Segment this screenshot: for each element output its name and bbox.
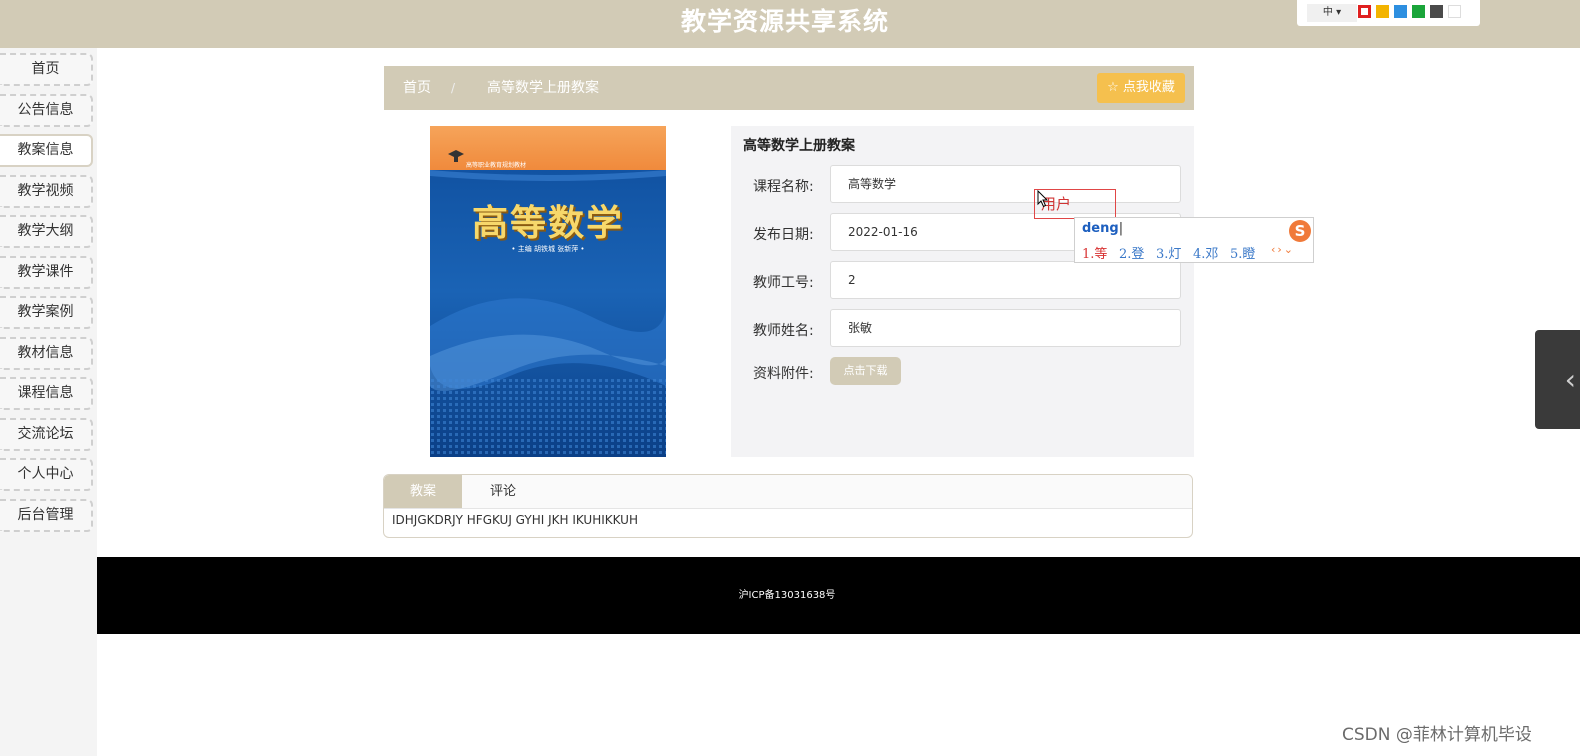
sidebar-item-label: 教学视频	[17, 183, 74, 199]
teacher-id-field: 2	[830, 261, 1181, 299]
ime-candidate[interactable]: 1.等	[1082, 243, 1107, 262]
sidebar-item-label: 教学大纲	[17, 223, 74, 239]
sidebar-item-label: 教学案例	[17, 304, 74, 320]
sidebar-item-label: 交流论坛	[17, 426, 74, 442]
sidebar-item-announcements[interactable]: 公告信息	[0, 94, 93, 127]
sidebar-item-videos[interactable]: 教学视频	[0, 175, 93, 208]
theme-swatch-yellow[interactable]	[1376, 5, 1389, 18]
publish-date-label: 发布日期:	[753, 227, 814, 243]
sidebar-item-home[interactable]: 首页	[0, 53, 93, 86]
ime-input-text: deng|	[1082, 221, 1124, 236]
footer: 沪ICP备13031638号	[97, 557, 1580, 634]
attachment-label: 资料附件:	[753, 366, 814, 382]
chevron-left-icon: ‹	[1564, 363, 1576, 396]
sidebar-item-courseware[interactable]: 教学课件	[0, 256, 93, 289]
book-cover-image: 高等职业教育规划教材 高等数学 • 主编 胡铁城 张新萍 •	[430, 126, 666, 457]
sidebar-item-label: 后台管理	[17, 507, 74, 523]
breadcrumb-home-link[interactable]: 首页	[403, 66, 431, 110]
side-panel-toggle[interactable]: ‹	[1535, 330, 1580, 429]
content-tabs: 教案 评论 IDHJGKDRJY HFGKUJ GYHI JKH IKUHIKK…	[383, 474, 1193, 538]
ime-page-arrows-icon[interactable]: ‹›⌄	[1271, 243, 1295, 256]
sidebar-item-lesson-plans[interactable]: 教案信息	[0, 134, 93, 167]
tab-content-text: IDHJGKDRJY HFGKUJ GYHI JKH IKUHIKKUH	[392, 513, 638, 527]
sogou-logo-icon: S	[1289, 220, 1311, 242]
tabs-header: 教案 评论	[384, 475, 1192, 509]
sidebar-item-forum[interactable]: 交流论坛	[0, 418, 93, 451]
sidebar-nav: 首页 公告信息 教案信息 教学视频 教学大纲 教学课件 教学案例 教材信息 课程…	[0, 48, 97, 756]
theme-swatch-blue[interactable]	[1394, 5, 1407, 18]
sidebar-item-cases[interactable]: 教学案例	[0, 296, 93, 329]
ime-candidate[interactable]: 3.灯	[1156, 243, 1181, 262]
theme-toolbar: 中 ▾	[1297, 0, 1480, 26]
lesson-details-panel: 高等数学上册教案 课程名称: 高等数学 发布日期: 2022-01-16 教师工…	[731, 126, 1194, 457]
sidebar-item-label: 个人中心	[17, 466, 74, 482]
top-header: 教学资源共享系统 中 ▾	[0, 0, 1580, 48]
sidebar-item-profile[interactable]: 个人中心	[0, 458, 93, 491]
mouse-cursor-icon	[1037, 190, 1049, 208]
watermark: CSDN @菲林计算机毕设	[1342, 725, 1532, 745]
sidebar-item-label: 公告信息	[17, 102, 74, 118]
sidebar-item-label: 教学课件	[17, 264, 74, 280]
detail-title: 高等数学上册教案	[743, 138, 855, 154]
language-select[interactable]: 中 ▾	[1307, 4, 1357, 22]
tab-lesson-plan[interactable]: 教案	[384, 475, 462, 508]
theme-swatch-dark[interactable]	[1430, 5, 1443, 18]
breadcrumb-current: 高等数学上册教案	[487, 80, 599, 96]
cover-title: 高等数学	[471, 203, 624, 244]
language-label: 中	[1322, 7, 1333, 18]
course-name-field: 高等数学	[830, 165, 1181, 203]
cover-top-text: 高等职业教育规划教材	[466, 162, 527, 169]
sidebar-item-admin[interactable]: 后台管理	[0, 499, 93, 532]
teacher-name-field: 张敏	[830, 309, 1181, 347]
tab-comments[interactable]: 评论	[464, 475, 542, 508]
sidebar-item-courses[interactable]: 课程信息	[0, 377, 93, 410]
ime-candidate[interactable]: 2.登	[1119, 243, 1144, 262]
sidebar-item-textbooks[interactable]: 教材信息	[0, 337, 93, 370]
breadcrumb: 首页 / 高等数学上册教案 ☆ 点我收藏	[384, 66, 1194, 110]
theme-swatch-white[interactable]	[1448, 5, 1461, 18]
ime-candidate[interactable]: 5.瞪	[1230, 243, 1255, 262]
favorite-button[interactable]: ☆ 点我收藏	[1097, 73, 1185, 103]
sidebar-item-label: 教材信息	[17, 345, 74, 361]
sidebar-item-syllabus[interactable]: 教学大纲	[0, 215, 93, 248]
chevron-down-icon: ▾	[1336, 7, 1342, 18]
cover-authors: • 主编 胡铁城 张新萍 •	[511, 245, 585, 253]
ime-candidate[interactable]: 4.邓	[1193, 243, 1218, 262]
theme-swatch-green[interactable]	[1412, 5, 1425, 18]
icp-record: 沪ICP备13031638号	[738, 590, 836, 601]
teacher-id-label: 教师工号:	[753, 275, 814, 291]
ime-candidate-popup: deng| S 1.等 2.登 3.灯 4.邓 5.瞪 ‹›⌄	[1074, 217, 1314, 263]
sidebar-item-label: 课程信息	[17, 385, 74, 401]
breadcrumb-separator: /	[451, 81, 456, 95]
sidebar-item-label: 首页	[31, 61, 60, 77]
download-button[interactable]: 点击下载	[830, 357, 901, 385]
teacher-name-label: 教师姓名:	[753, 323, 814, 339]
sidebar-item-label: 教案信息	[17, 142, 74, 158]
theme-swatch-red[interactable]	[1358, 5, 1371, 18]
course-name-label: 课程名称:	[753, 179, 814, 195]
